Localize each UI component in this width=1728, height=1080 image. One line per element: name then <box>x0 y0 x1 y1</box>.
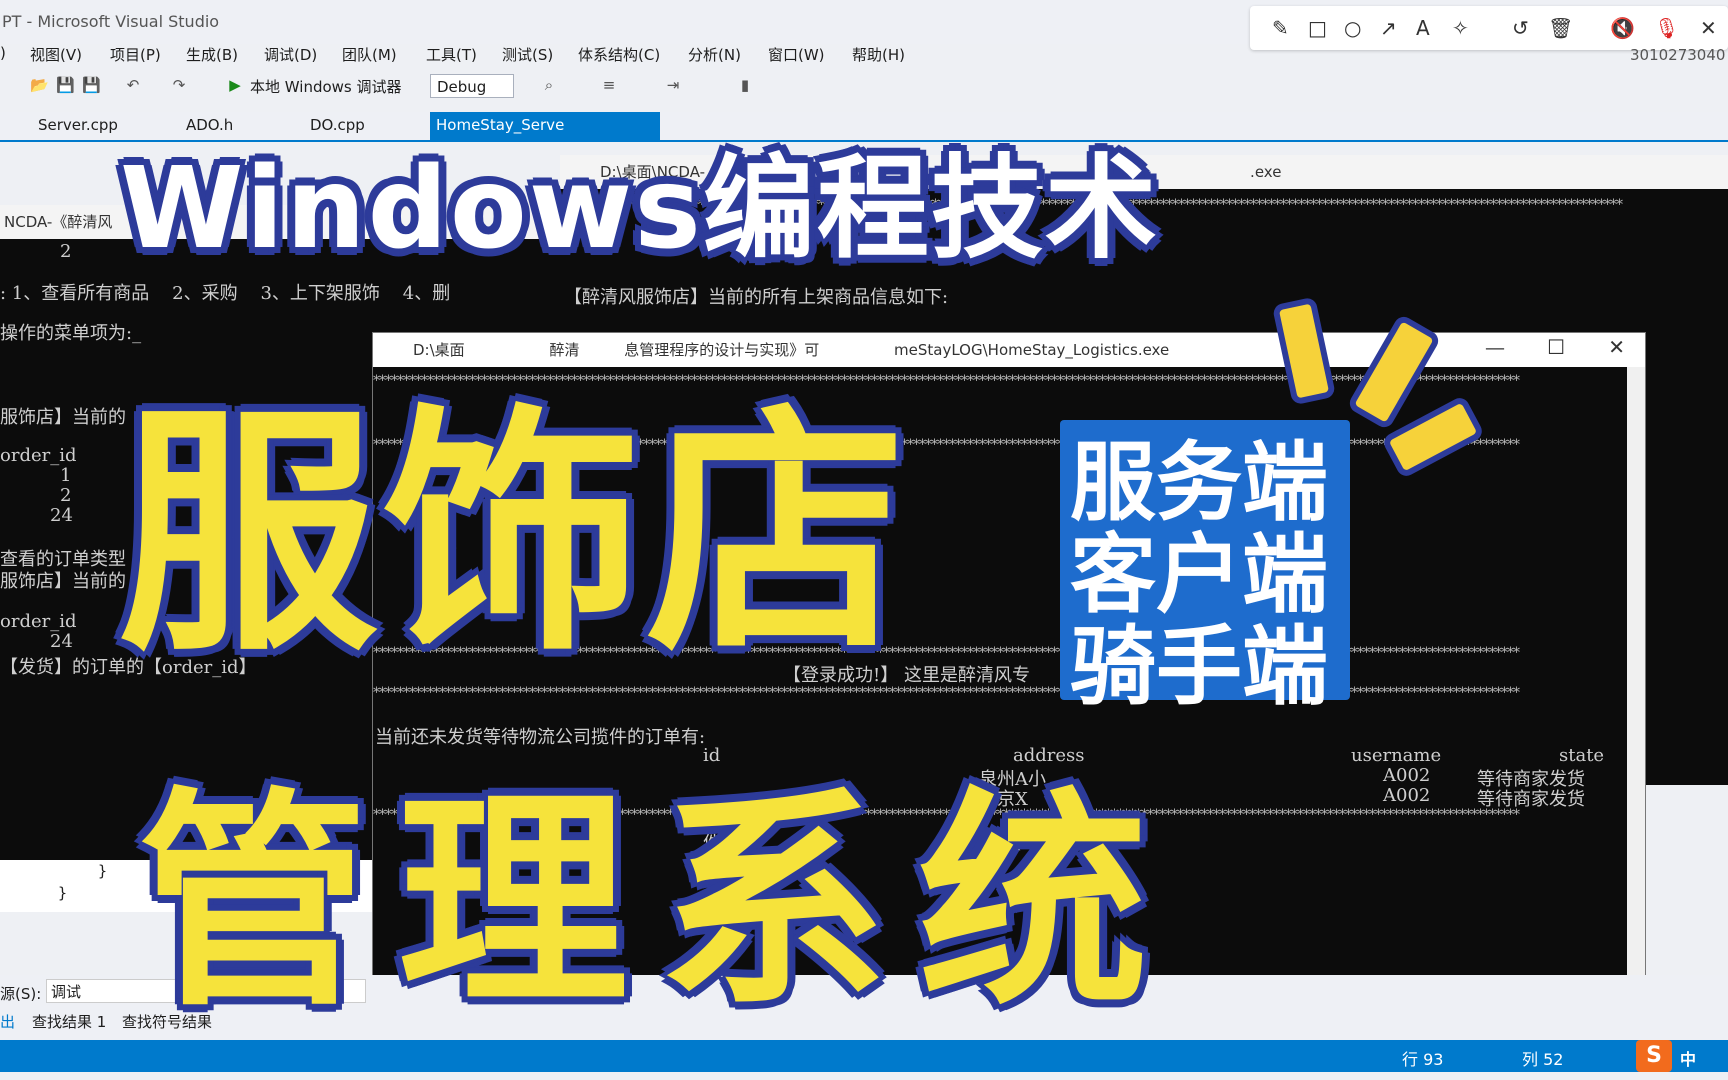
menu-tools[interactable]: 工具(T) <box>426 44 477 65</box>
console-line: order_id <box>0 445 77 466</box>
maximize-icon[interactable]: ☐ <box>1547 335 1565 359</box>
save-icon[interactable]: 💾 <box>56 76 75 94</box>
console-line: 2 <box>60 241 72 262</box>
find-icon[interactable]: ⌕ <box>540 76 558 94</box>
headline-store: 服饰店 <box>118 384 910 686</box>
redo-icon[interactable]: ↷ <box>170 76 188 94</box>
console-line: 2 <box>60 485 72 506</box>
menu-team[interactable]: 团队(M) <box>342 44 397 65</box>
row-username: A002 <box>1383 765 1431 786</box>
menu-test[interactable]: 测试(S) <box>502 44 553 65</box>
column-username: username <box>1351 745 1442 766</box>
console-line: 【醉清风服饰店】当前的所有上架商品信息如下: <box>564 287 949 308</box>
roles-box: 服务端 客户端 骑手端 <box>1060 420 1350 717</box>
undo-icon[interactable]: ↶ <box>124 76 142 94</box>
arrow-icon[interactable]: ↗ <box>1380 16 1397 40</box>
tab-output[interactable]: 出 <box>0 1011 15 1032</box>
mic-muted-icon[interactable]: 🎙 <box>1654 16 1679 40</box>
menu-window[interactable]: 窗口(W) <box>768 44 825 65</box>
magic-icon[interactable]: ✧ <box>1452 16 1469 40</box>
ime-mode[interactable]: 中 <box>1680 1046 1696 1070</box>
tab-server-cpp[interactable]: Server.cpp <box>38 116 118 134</box>
tab-find-results[interactable]: 查找结果 1 <box>32 1011 106 1032</box>
menu-debug[interactable]: 调试(D) <box>264 44 317 65</box>
play-icon[interactable]: ▶ <box>226 76 244 94</box>
align-icon[interactable]: ≡ <box>600 76 618 94</box>
menu-view[interactable]: 视图(V) <box>30 44 82 65</box>
menu-bar: ) 视图(V) 项目(P) 生成(B) 调试(D) 团队(M) 工具(T) 测试… <box>0 44 905 65</box>
menu-analyze[interactable]: 分析(N) <box>688 44 741 65</box>
toolbar: 📂 💾 💾 ↶ ↷ ▶ 本地 Windows 调试器 ⌕ ≡ ⇥ ▮ <box>0 70 1728 104</box>
pen-icon[interactable]: ✎ <box>1272 16 1289 40</box>
column-state: state <box>1559 745 1605 766</box>
console-line: 24 <box>50 505 73 526</box>
indent-icon[interactable]: ⇥ <box>664 76 682 94</box>
sogou-ime-icon[interactable]: S <box>1636 1040 1672 1072</box>
circle-icon[interactable]: ○ <box>1344 16 1361 40</box>
open-icon[interactable]: 📂 <box>30 76 49 94</box>
menu-project[interactable]: 项目(P) <box>110 44 161 65</box>
console-line: order_id <box>0 611 77 632</box>
code-line: } <box>98 862 108 880</box>
close-icon[interactable]: ✕ <box>1700 16 1717 40</box>
config-select[interactable]: Debug <box>430 74 514 98</box>
menu-architecture[interactable]: 体系结构(C) <box>578 44 660 65</box>
status-line: 行 93 <box>1402 1050 1444 1069</box>
minimize-icon[interactable]: — <box>1485 335 1505 359</box>
scrollbar[interactable] <box>1627 367 1645 997</box>
run-debugger-button[interactable]: 本地 Windows 调试器 <box>250 76 402 97</box>
save-all-icon[interactable]: 💾 <box>82 76 101 94</box>
console-line: 服饰店】当前的 <box>0 571 126 592</box>
rectangle-icon[interactable]: □ <box>1308 16 1327 40</box>
text-icon[interactable]: A <box>1416 16 1430 40</box>
console-line: 1 <box>60 465 72 486</box>
console-line: : 1、查看所有商品 2、采购 3、上下架服饰 4、删 <box>0 283 451 304</box>
undo-icon[interactable]: ↺ <box>1512 16 1529 40</box>
source-label: 源(S): <box>0 985 42 1003</box>
console-line: 服饰店】当前的 <box>0 407 126 428</box>
speaker-muted-icon[interactable]: 🔇 <box>1610 16 1635 40</box>
console-line: 24 <box>50 631 73 652</box>
headline-title: Windows编程技术 <box>120 144 1159 274</box>
code-line: } <box>58 884 68 902</box>
role-rider: 骑手端 <box>1070 617 1328 717</box>
headline-system: 管理系统 <box>138 770 1178 1037</box>
menu-help[interactable]: 帮助(H) <box>852 44 905 65</box>
trash-icon[interactable]: 🗑 <box>1548 16 1573 40</box>
status-column: 列 52 <box>1522 1050 1564 1069</box>
row-username: A002 <box>1383 785 1431 806</box>
close-icon[interactable]: ✕ <box>1608 335 1625 359</box>
menu-build[interactable]: 生成(B) <box>186 44 238 65</box>
bookmark-icon[interactable]: ▮ <box>736 76 754 94</box>
